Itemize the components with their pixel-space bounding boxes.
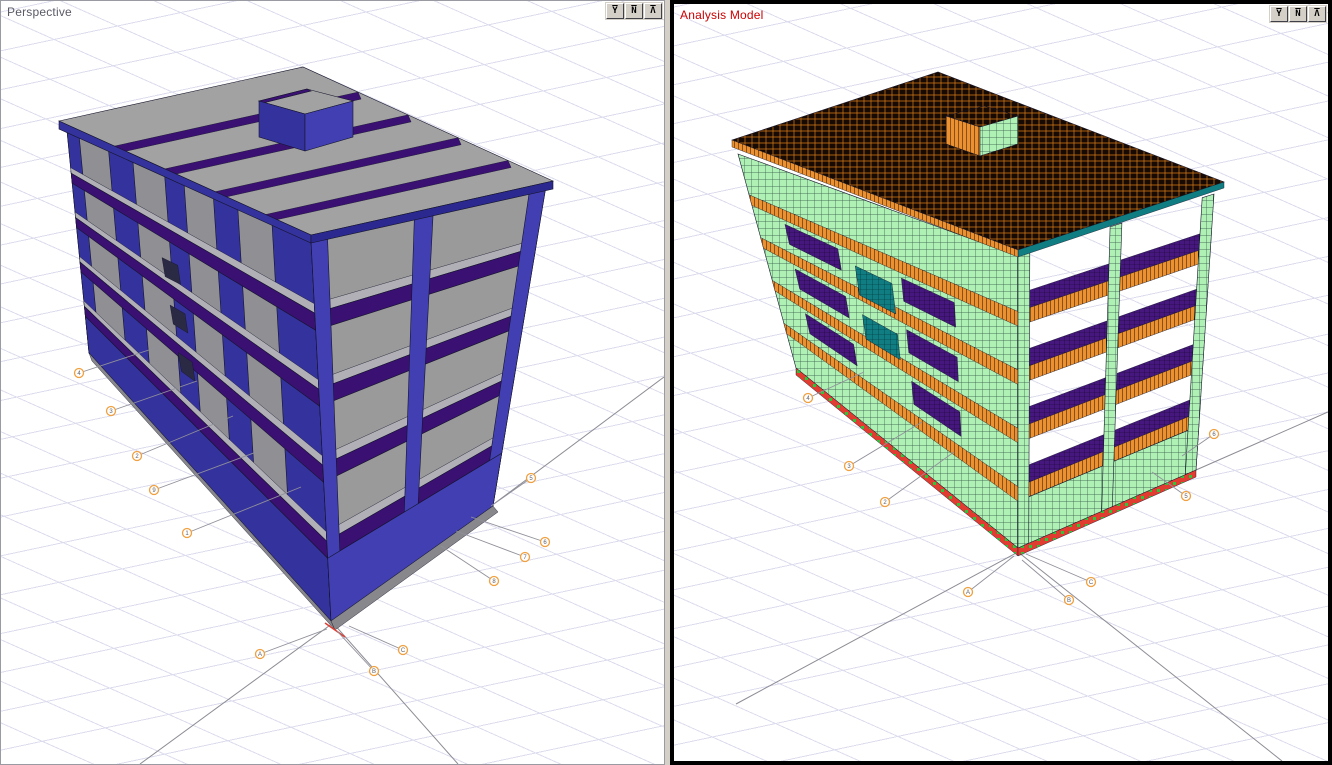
grid-bubble[interactable]: 8 [441, 546, 499, 586]
grid-bubble[interactable]: A [964, 556, 1015, 597]
grid-leader-line [441, 546, 494, 581]
button-y[interactable]: Y [606, 3, 624, 19]
button-caret[interactable]: Λ [644, 3, 662, 19]
building-model-analysis[interactable] [732, 72, 1224, 556]
grid-leader-line [337, 631, 374, 671]
viewport-perspective[interactable]: 43291ABC5678 Perspective Y N Λ [0, 0, 665, 765]
grid-leader-line [471, 517, 545, 542]
button-y[interactable]: Y [1270, 6, 1288, 22]
analysis-scene: 432ABC56 [674, 4, 1328, 761]
building-model-rendered[interactable] [59, 67, 553, 637]
grid-bubble-label: B [372, 669, 376, 675]
grid-bubble-label: A [966, 590, 970, 596]
button-n[interactable]: N [1289, 6, 1307, 22]
grid-leader-line [349, 626, 403, 650]
grid-bubble-label: A [258, 652, 262, 658]
grid-bubble-label: B [1067, 598, 1071, 604]
grid-leader-line [1022, 560, 1069, 600]
viewport-button-group: Y N Λ [605, 2, 663, 20]
grid-bubble[interactable]: C [1026, 554, 1096, 587]
viewport-button-group: Y N Λ [1269, 5, 1327, 23]
button-n[interactable]: N [625, 3, 643, 19]
grid-leader-line [968, 556, 1014, 592]
grid-bubble[interactable]: 6 [471, 517, 550, 547]
grid-leader-line [260, 629, 327, 654]
grid-bubble-label: C [401, 648, 406, 654]
grid-leader-line [1026, 554, 1091, 582]
grid-bubble[interactable]: B [337, 631, 379, 676]
viewport-analysis-model[interactable]: 432ABC56 Analysis Model Y N Λ [670, 0, 1332, 765]
button-caret[interactable]: Λ [1308, 6, 1326, 22]
viewport-title: Analysis Model [680, 8, 764, 22]
perspective-scene: 43291ABC5678 [1, 1, 664, 764]
grid-bubble[interactable]: B [1022, 560, 1074, 605]
viewport-title: Perspective [7, 5, 72, 19]
grid-bubble[interactable]: 7 [456, 531, 530, 562]
grid-bubble-label: C [1089, 580, 1094, 586]
grid-leader-line [456, 531, 525, 557]
